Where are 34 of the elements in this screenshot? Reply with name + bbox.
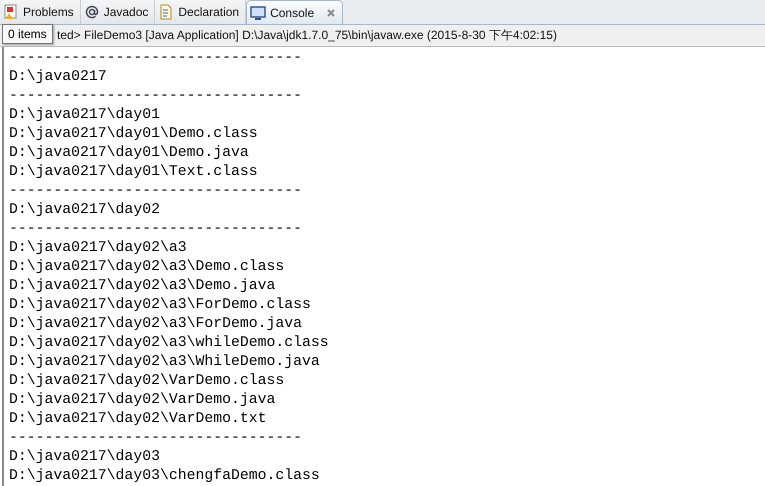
console-line: D:\java0217\day02\a3\Demo.java bbox=[9, 277, 276, 296]
view-tab[interactable]: Declaration bbox=[155, 0, 246, 24]
console-line: D:\java0217\day02 bbox=[9, 201, 161, 220]
warning-list-icon bbox=[3, 4, 19, 20]
console-line: D:\java0217\day01\Text.class bbox=[9, 163, 259, 182]
view-tab[interactable]: Problems bbox=[0, 0, 81, 24]
console-line: D:\java0217\day02\VarDemo.txt bbox=[9, 410, 268, 429]
console-line: D:\java0217\day02\VarDemo.class bbox=[9, 372, 286, 391]
view-tab[interactable]: Javadoc bbox=[80, 0, 156, 24]
console-line: D:\java0217\day01\Demo.class bbox=[9, 125, 259, 144]
console-line: --------------------------------- bbox=[9, 429, 304, 448]
close-icon[interactable] bbox=[326, 8, 336, 18]
console-line: D:\java0217\day02\a3\Demo.class bbox=[9, 258, 286, 277]
console-line: D:\java0217\day01\Demo.java bbox=[9, 144, 250, 163]
view-tab[interactable]: Console bbox=[246, 0, 344, 24]
console-line: D:\java0217\day02\VarDemo.java bbox=[9, 391, 276, 410]
console-line: D:\java0217\day02\a3 bbox=[9, 239, 188, 258]
console-line: D:\java0217 bbox=[9, 68, 108, 87]
console-line: D:\java0217\day02\a3\whileDemo.class bbox=[9, 334, 330, 353]
console-line: D:\java0217\day03\chengfaDemo.class bbox=[9, 467, 321, 486]
console-line: D:\java0217\day01 bbox=[9, 106, 161, 125]
console-line: --------------------------------- bbox=[9, 87, 304, 106]
at-sign-icon bbox=[84, 4, 100, 20]
console-line: --------------------------------- bbox=[9, 49, 304, 68]
monitor-icon bbox=[250, 4, 266, 20]
console-line: --------------------------------- bbox=[9, 220, 304, 239]
tooltip: 0 items bbox=[2, 24, 53, 44]
process-description: ted> FileDemo3 [Java Application] D:\Java\jdk1.7.0_75\bin\javaw.exe (2015-8-30 下午4:02:15) bbox=[57, 27, 557, 44]
document-icon bbox=[158, 4, 174, 20]
console-line: D:\java0217\day02\a3\ForDemo.java bbox=[9, 315, 304, 334]
console-line: D:\java0217\day03 bbox=[9, 448, 161, 467]
console-line: D:\java0217\day02\a3\WhileDemo.java bbox=[9, 353, 321, 372]
console-line: D:\java0217\day02\a3\ForDemo.class bbox=[9, 296, 312, 315]
console-line: --------------------------------- bbox=[9, 182, 304, 201]
